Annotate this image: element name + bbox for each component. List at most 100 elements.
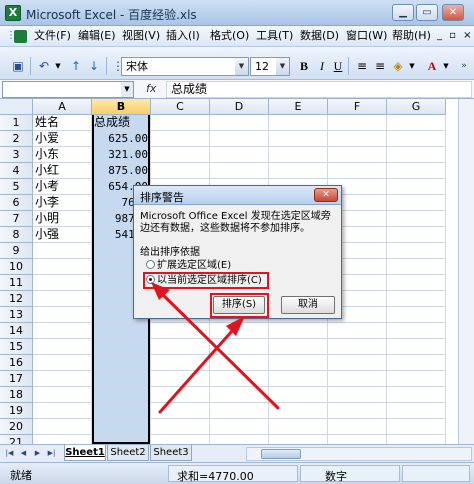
column-header[interactable]: G xyxy=(387,99,446,115)
cell[interactable]: 小明 xyxy=(33,211,92,227)
cell[interactable] xyxy=(269,371,328,387)
font-size-combo[interactable]: 12 ▼ xyxy=(250,57,290,76)
cell[interactable] xyxy=(328,435,387,444)
cell[interactable] xyxy=(387,371,446,387)
cell[interactable] xyxy=(269,339,328,355)
name-box[interactable]: ▼ xyxy=(2,81,134,98)
cell[interactable] xyxy=(33,243,92,259)
cell[interactable] xyxy=(33,339,92,355)
menu-help[interactable]: 帮助(H) xyxy=(392,29,431,43)
formula-input[interactable]: 总成绩 xyxy=(166,81,472,98)
cell[interactable] xyxy=(33,387,92,403)
font-name-combo[interactable]: 宋体 ▼ xyxy=(121,57,249,76)
option-expand-selection[interactable]: 扩展选定区域(E) xyxy=(146,259,231,272)
cancel-button[interactable]: 取消 xyxy=(281,296,335,314)
cell[interactable] xyxy=(92,355,151,371)
row-header[interactable]: 14 xyxy=(0,323,33,339)
bold-icon[interactable]: B xyxy=(296,58,312,74)
row-header[interactable]: 15 xyxy=(0,339,33,355)
doc-window-controls[interactable]: _ ▫ × xyxy=(437,30,474,41)
chevron-down-icon[interactable]: ▼ xyxy=(404,58,420,74)
scroll-thumb[interactable] xyxy=(261,449,301,459)
cell[interactable] xyxy=(151,147,210,163)
cell[interactable] xyxy=(387,147,446,163)
cell[interactable] xyxy=(387,387,446,403)
underline-icon[interactable]: U xyxy=(330,58,346,74)
cell[interactable] xyxy=(387,243,446,259)
cell[interactable] xyxy=(210,435,269,444)
sort-ascending-icon[interactable]: ↑ xyxy=(68,58,84,74)
vertical-scrollbar[interactable] xyxy=(458,99,474,444)
row-header[interactable]: 1 xyxy=(0,115,33,131)
menu-window[interactable]: 窗口(W) xyxy=(346,29,387,43)
cell[interactable]: 总成绩 xyxy=(92,115,151,131)
cell[interactable] xyxy=(33,419,92,435)
cell[interactable] xyxy=(387,435,446,444)
cell[interactable] xyxy=(328,371,387,387)
align-left-icon[interactable]: ≡ xyxy=(354,58,370,74)
row-header[interactable]: 10 xyxy=(0,259,33,275)
cell[interactable] xyxy=(210,115,269,131)
last-sheet-icon[interactable]: ▶| xyxy=(46,447,57,460)
cell[interactable] xyxy=(210,387,269,403)
option-current-selection[interactable]: 以当前选定区域排序(C) xyxy=(146,274,262,287)
cell[interactable] xyxy=(33,435,92,444)
cell[interactable] xyxy=(33,323,92,339)
cell[interactable] xyxy=(387,419,446,435)
cell[interactable] xyxy=(328,355,387,371)
cell[interactable] xyxy=(210,339,269,355)
menu-insert[interactable]: 插入(I) xyxy=(166,29,200,43)
cell[interactable]: 小东 xyxy=(33,147,92,163)
column-header[interactable]: D xyxy=(210,99,269,115)
select-all-corner[interactable] xyxy=(0,99,33,115)
cell[interactable] xyxy=(92,419,151,435)
cell[interactable] xyxy=(269,403,328,419)
tab-sheet1[interactable]: Sheet1 xyxy=(64,445,106,461)
cell[interactable] xyxy=(210,355,269,371)
next-sheet-icon[interactable]: ▶ xyxy=(32,447,43,460)
column-header[interactable]: B xyxy=(92,99,151,115)
row-header[interactable]: 16 xyxy=(0,355,33,371)
cell[interactable] xyxy=(151,403,210,419)
cell[interactable] xyxy=(328,163,387,179)
row-header[interactable]: 9 xyxy=(0,243,33,259)
row-header[interactable]: 11 xyxy=(0,275,33,291)
cell[interactable] xyxy=(210,371,269,387)
cell[interactable] xyxy=(328,339,387,355)
cell[interactable] xyxy=(33,259,92,275)
cell[interactable] xyxy=(387,131,446,147)
cell[interactable]: 小李 xyxy=(33,195,92,211)
save-icon[interactable]: ▣ xyxy=(10,58,26,74)
cell[interactable] xyxy=(269,435,328,444)
tab-sheet2[interactable]: Sheet2 xyxy=(107,445,149,461)
cell[interactable] xyxy=(269,147,328,163)
cell[interactable] xyxy=(210,147,269,163)
row-header[interactable]: 3 xyxy=(0,147,33,163)
cell[interactable] xyxy=(387,323,446,339)
fx-icon[interactable]: fx xyxy=(146,82,156,95)
column-header[interactable]: C xyxy=(151,99,210,115)
row-header[interactable]: 19 xyxy=(0,403,33,419)
prev-sheet-icon[interactable]: ◀ xyxy=(18,447,29,460)
row-header[interactable]: 7 xyxy=(0,211,33,227)
cell[interactable] xyxy=(328,147,387,163)
chevron-down-icon[interactable]: ▼ xyxy=(121,82,133,97)
cell[interactable] xyxy=(328,419,387,435)
menu-view[interactable]: 视图(V) xyxy=(122,29,160,43)
cell[interactable] xyxy=(33,275,92,291)
cell[interactable] xyxy=(92,387,151,403)
radio-icon[interactable] xyxy=(146,260,155,269)
menu-data[interactable]: 数据(D) xyxy=(300,29,339,43)
cell[interactable]: 姓名 xyxy=(33,115,92,131)
column-header[interactable]: F xyxy=(328,99,387,115)
cell[interactable] xyxy=(92,371,151,387)
cell[interactable] xyxy=(387,179,446,195)
menu-edit[interactable]: 编辑(E) xyxy=(78,29,116,43)
cell[interactable] xyxy=(151,323,210,339)
menu-format[interactable]: 格式(O) xyxy=(210,29,249,43)
cell[interactable] xyxy=(210,419,269,435)
row-header[interactable]: 20 xyxy=(0,419,33,435)
cell[interactable] xyxy=(33,291,92,307)
row-header[interactable]: 4 xyxy=(0,163,33,179)
horizontal-scrollbar[interactable] xyxy=(246,447,472,461)
